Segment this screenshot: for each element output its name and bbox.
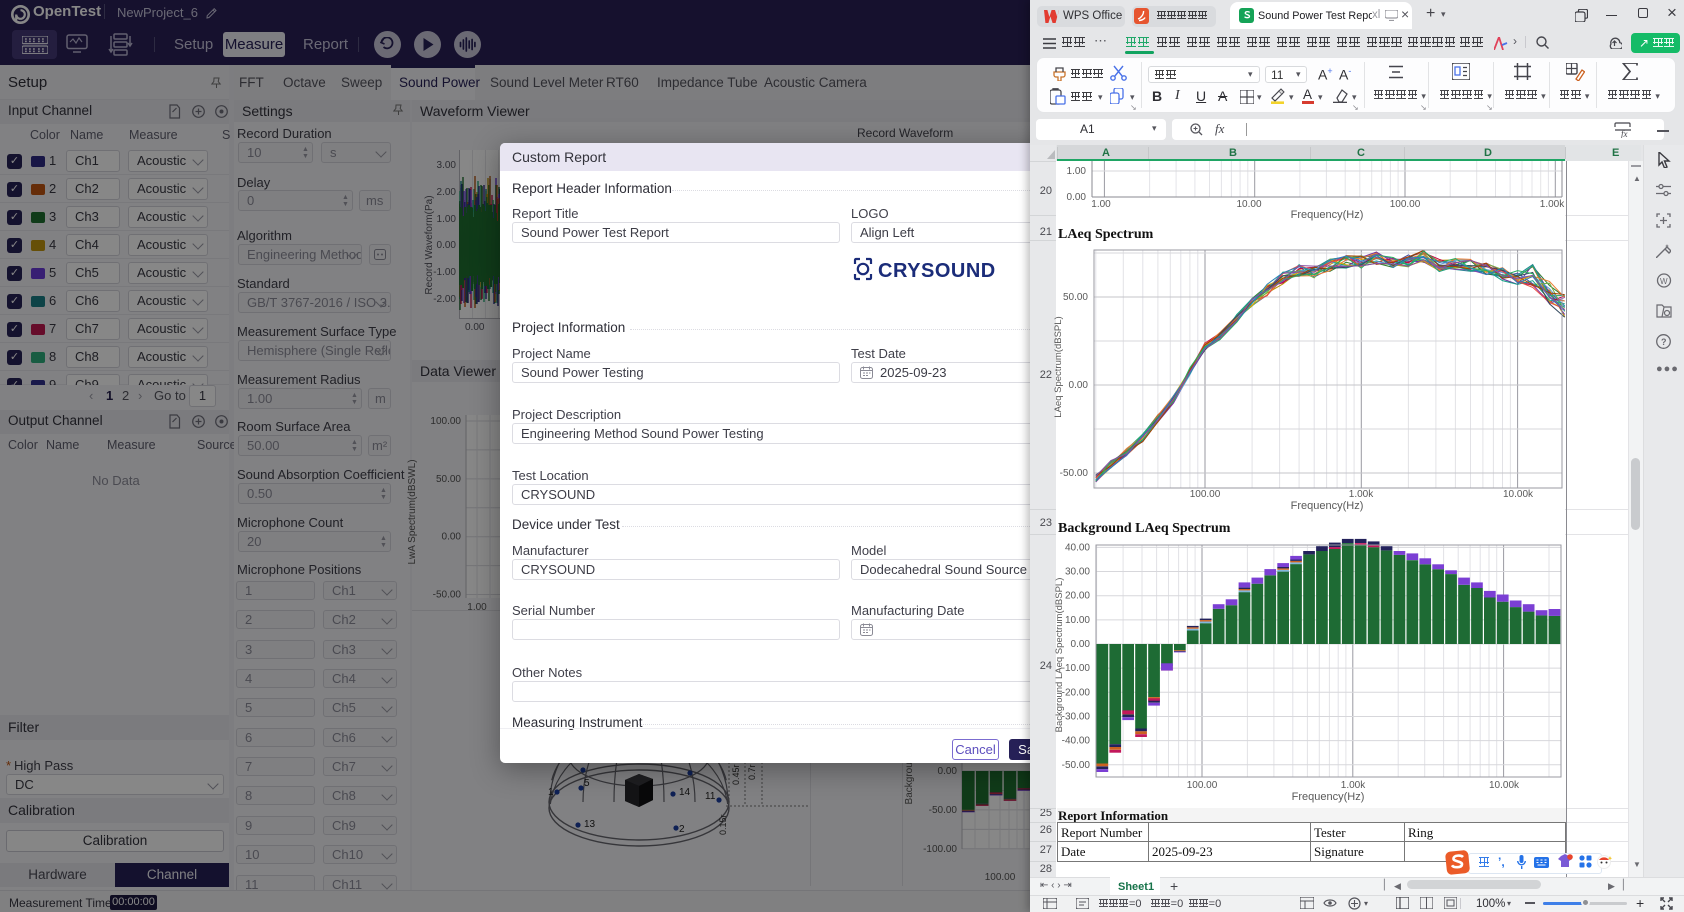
svg-text:40.00: 40.00 xyxy=(1065,542,1090,553)
svg-text:0.00: 0.00 xyxy=(1071,639,1091,650)
svg-text:30.00: 30.00 xyxy=(1065,567,1090,578)
svg-text:-10.00: -10.00 xyxy=(1062,663,1091,674)
svg-text:-20.00: -20.00 xyxy=(1062,687,1091,698)
svg-text:10.00k: 10.00k xyxy=(1489,780,1520,791)
svg-text:fx: fx xyxy=(1621,129,1628,138)
svg-text:1.00k: 1.00k xyxy=(1349,489,1374,500)
svg-text:100.00: 100.00 xyxy=(1190,489,1221,500)
svg-text:Frequency(Hz): Frequency(Hz) xyxy=(1291,209,1364,221)
svg-text:Background LAeq Spectrum(dBSPL: Background LAeq Spectrum(dBSPL) xyxy=(1054,578,1065,733)
svg-text:-40.00: -40.00 xyxy=(1062,736,1091,747)
svg-text:Frequency(Hz): Frequency(Hz) xyxy=(1292,791,1365,803)
svg-text:100.00: 100.00 xyxy=(1187,780,1218,791)
svg-text:100.00: 100.00 xyxy=(1390,199,1421,210)
svg-text:0.00: 0.00 xyxy=(1067,192,1087,203)
svg-text:10.00: 10.00 xyxy=(1065,615,1090,626)
svg-text:10.00: 10.00 xyxy=(1236,199,1261,210)
svg-text:-50.00: -50.00 xyxy=(1062,760,1091,771)
svg-text:20.00: 20.00 xyxy=(1065,591,1090,602)
svg-text:LAeq Spectrum(dBSPL): LAeq Spectrum(dBSPL) xyxy=(1053,316,1064,417)
svg-text:Background LAeq Spectrum: Background LAeq Spectrum xyxy=(1058,521,1231,536)
svg-text:Frequency(Hz): Frequency(Hz) xyxy=(1291,500,1364,512)
svg-text:1.00: 1.00 xyxy=(1067,166,1087,177)
svg-text:10.00k: 10.00k xyxy=(1503,489,1534,500)
svg-text:LAeq Spectrum: LAeq Spectrum xyxy=(1058,227,1154,242)
svg-text:50.00: 50.00 xyxy=(1063,292,1088,303)
svg-text:1.00k: 1.00k xyxy=(1540,199,1565,210)
svg-text:-30.00: -30.00 xyxy=(1062,712,1091,723)
svg-text:1.00k: 1.00k xyxy=(1341,780,1366,791)
svg-text:0.00: 0.00 xyxy=(1069,380,1089,391)
svg-text:CRYSOUND: CRYSOUND xyxy=(878,260,996,282)
svg-text:1.00: 1.00 xyxy=(1091,199,1111,210)
svg-text:-50.00: -50.00 xyxy=(1060,468,1089,479)
